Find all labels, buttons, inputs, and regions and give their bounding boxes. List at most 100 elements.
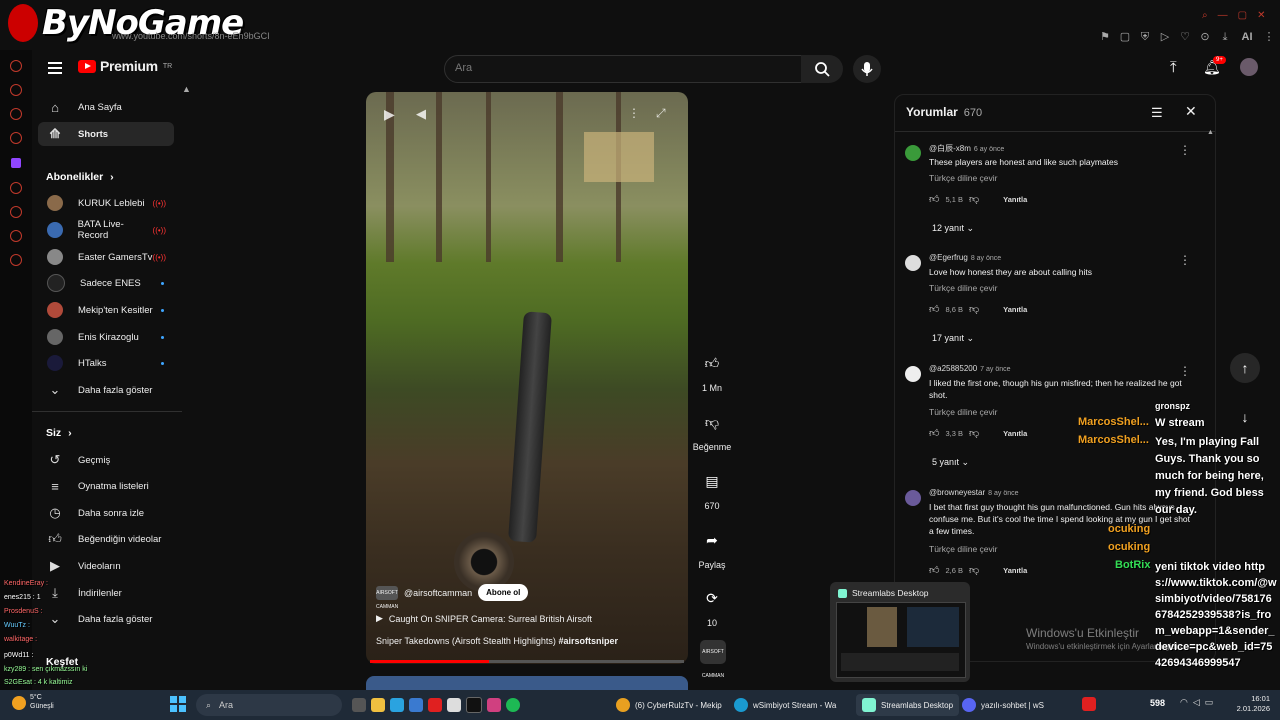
maximize-icon[interactable]: ▢: [1238, 10, 1247, 21]
voice-search-button[interactable]: [853, 55, 881, 83]
search-icon[interactable]: ⌕: [1202, 10, 1208, 21]
windows-start-icon[interactable]: [170, 696, 186, 712]
avatar[interactable]: [905, 366, 921, 382]
tab-icon[interactable]: ▢: [1118, 30, 1132, 44]
comment-icon[interactable]: ▤: [697, 466, 727, 496]
rail-clock-icon[interactable]: [10, 206, 22, 218]
ai-icon[interactable]: AI: [1238, 30, 1256, 44]
sound-avatar[interactable]: AIRSOFT CAMMAN: [700, 640, 726, 679]
task-view-icon[interactable]: [352, 698, 366, 712]
taskbar-app-streamlabs[interactable]: Streamlabs Desktop: [856, 694, 960, 716]
dislike-icon[interactable]: 👎︎: [969, 564, 979, 576]
reply-button[interactable]: Yanıtla: [1003, 195, 1027, 204]
sidebar-item-your-videos[interactable]: ▶ Videoların: [38, 554, 174, 578]
channel-name[interactable]: @airsoftcamman: [404, 588, 472, 598]
volume-icon[interactable]: ◁: [1193, 697, 1200, 708]
taskbar-app-chrome[interactable]: (6) CyberRulzTv - Mekip: [616, 694, 722, 716]
taskbar-app-discord[interactable]: yazılı-sohbet | wS: [962, 694, 1044, 716]
sidebar-item-mekip[interactable]: Mekip'ten Kesitler: [38, 298, 174, 322]
taskbar-app-edge[interactable]: wSimbiyot Stream - Wa: [734, 694, 836, 716]
dislike-icon[interactable]: 👎︎: [969, 303, 979, 315]
taskbar-clock[interactable]: 16:01 2.01.2026: [1230, 694, 1270, 714]
sidebar-item-bata[interactable]: BATA Live-Record ((•)): [38, 218, 174, 242]
address-bar[interactable]: www.youtube.com/shorts/8n-eEh9bGCI: [112, 31, 270, 41]
rail-refresh-icon[interactable]: [10, 60, 22, 72]
rail-cube-icon[interactable]: [10, 230, 22, 242]
sidebar-item-htalks[interactable]: HTalks: [38, 351, 174, 375]
like-icon[interactable]: 👍︎: [929, 564, 939, 576]
rail-instagram-icon[interactable]: [10, 132, 22, 144]
comment-author[interactable]: @Egerfrug 8 ay önce: [929, 253, 1001, 262]
more-options-icon[interactable]: ⋮: [1179, 143, 1191, 157]
weather-icon[interactable]: [12, 696, 26, 710]
replies-toggle[interactable]: 5 yanıt ⌄: [932, 457, 969, 468]
rail-play-icon[interactable]: [10, 182, 22, 194]
comment-author[interactable]: @白辰-x8m 6 ay önce: [929, 143, 1004, 154]
sidebar-item-sadece-enes[interactable]: Sadece ENES: [38, 271, 174, 295]
play-pause-icon[interactable]: ▶: [384, 106, 395, 123]
avatar[interactable]: [1240, 58, 1258, 76]
sort-icon[interactable]: ☰: [1151, 105, 1163, 121]
next-video-preview[interactable]: [366, 676, 688, 690]
sidebar-item-watch-later[interactable]: ◷ Daha sonra izle: [38, 501, 174, 525]
previous-short-button[interactable]: ↑: [1230, 353, 1260, 383]
scroll-up-icon[interactable]: ▲: [1207, 129, 1214, 136]
you-heading[interactable]: Siz ›: [46, 427, 72, 439]
like-icon[interactable]: 👍︎: [697, 348, 727, 378]
dislike-icon[interactable]: 👎︎: [969, 427, 979, 439]
instagram-icon[interactable]: [487, 698, 501, 712]
fullscreen-icon[interactable]: ⤢: [656, 106, 666, 121]
translate-link[interactable]: Türkçe diline çevir: [929, 283, 998, 293]
store-icon[interactable]: [390, 698, 404, 712]
video-sound[interactable]: ▶ Caught On SNIPER Camera: Surreal Briti…: [376, 613, 592, 624]
sidebar-item-playlists[interactable]: ≡ Oynatma listeleri: [38, 474, 174, 498]
reply-button[interactable]: Yanıtla: [1003, 305, 1027, 314]
translate-link[interactable]: Türkçe diline çevir: [929, 173, 998, 183]
outlook-icon[interactable]: [409, 698, 423, 712]
remix-action[interactable]: ⟳ 10: [692, 583, 732, 629]
capcut-icon[interactable]: [447, 698, 461, 712]
avatar[interactable]: [905, 145, 921, 161]
more-options-icon[interactable]: ⋮: [1179, 253, 1191, 267]
reply-button[interactable]: Yanıtla: [1003, 429, 1027, 438]
subscriptions-heading[interactable]: Abonelikler ›: [46, 171, 114, 183]
remix-icon[interactable]: ⟳: [697, 583, 727, 613]
search-button[interactable]: [801, 55, 843, 83]
share-action[interactable]: ➦ Paylaş: [692, 525, 732, 571]
dislike-action[interactable]: 👎︎ Beğenme: [692, 407, 732, 453]
channel-avatar[interactable]: AIRSOFT CAMMAN: [376, 585, 398, 610]
more-options-icon[interactable]: ⋮: [628, 106, 640, 120]
replies-toggle[interactable]: 17 yanıt ⌄: [932, 333, 974, 344]
taskbar-search[interactable]: ⌕ Ara: [196, 694, 342, 716]
avatar[interactable]: [905, 255, 921, 271]
sidebar-item-liked[interactable]: 👍︎ Beğendiğin videolar: [38, 527, 174, 551]
minimize-icon[interactable]: —: [1218, 10, 1228, 21]
sidebar-item-home[interactable]: ⌂ Ana Sayfa: [38, 95, 174, 119]
shorts-video-player[interactable]: ▶ ◀ ⋮ ⤢: [366, 92, 688, 664]
youtube-icon[interactable]: [428, 698, 442, 712]
sidebar-show-more-subs[interactable]: ⌄ Daha fazla göster: [38, 378, 174, 402]
reply-button[interactable]: Yanıtla: [1003, 566, 1027, 575]
rail-message-icon[interactable]: [10, 108, 22, 120]
like-action[interactable]: 👍︎ 1 Mn: [692, 348, 732, 394]
wifi-icon[interactable]: ◠: [1180, 697, 1188, 708]
video-progress-bar[interactable]: [370, 660, 684, 663]
play-icon[interactable]: ▷: [1158, 30, 1172, 44]
replies-toggle[interactable]: 12 yanıt ⌄: [932, 223, 974, 234]
taskbar-preview[interactable]: Streamlabs Desktop: [830, 582, 970, 682]
dislike-icon[interactable]: 👎︎: [969, 193, 979, 205]
menu-icon[interactable]: ⋮: [1262, 30, 1276, 44]
comment-author[interactable]: @browneyestar 8 ay önce: [929, 488, 1019, 497]
rail-bag-icon[interactable]: [10, 84, 22, 96]
subscribe-button[interactable]: Abone ol: [478, 584, 529, 601]
spotify-icon[interactable]: [506, 698, 520, 712]
heart-icon[interactable]: ♡: [1178, 30, 1192, 44]
search-input[interactable]: [445, 56, 785, 80]
translate-link[interactable]: Türkçe diline çevir: [929, 407, 998, 417]
twitch-icon[interactable]: [11, 158, 21, 168]
comments-action[interactable]: ▤ 670: [692, 466, 732, 512]
menu-icon[interactable]: [48, 62, 62, 74]
close-icon[interactable]: ✕: [1257, 10, 1265, 21]
rail-settings-icon[interactable]: [10, 254, 22, 266]
upload-icon[interactable]: ⤒: [1170, 59, 1177, 76]
